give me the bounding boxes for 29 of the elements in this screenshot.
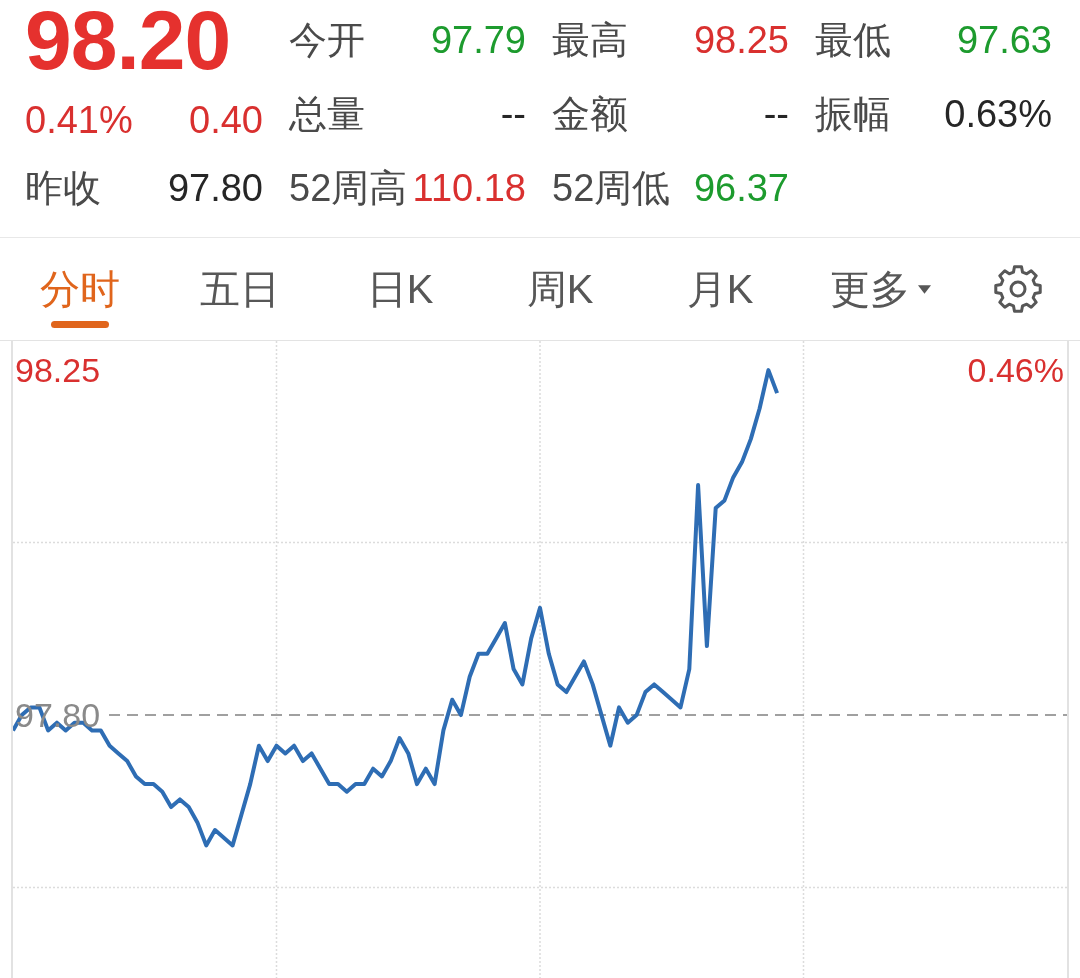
chart-tab[interactable]: 五日 — [160, 250, 320, 328]
stat-value: 97.79 — [430, 18, 526, 63]
stat-value: 110.18 — [412, 166, 526, 211]
chart-tab[interactable]: 日K — [320, 250, 480, 328]
stat-label: 最高 — [552, 18, 628, 63]
chart-tab[interactable]: 周K — [480, 250, 640, 328]
stat-label: 金额 — [552, 92, 628, 137]
stat-label: 今开 — [289, 18, 365, 63]
stat-value: 97.63 — [956, 18, 1052, 63]
stat-value: -- — [500, 92, 526, 137]
stat-label: 最低 — [815, 18, 891, 63]
stat-value: 96.37 — [693, 166, 789, 211]
stat-value: 97.80 — [167, 166, 263, 211]
stat-label: 昨收 — [25, 166, 101, 211]
stat-value: 0.63% — [944, 92, 1052, 137]
settings-icon[interactable] — [993, 264, 1043, 314]
stat-value: 98.25 — [693, 18, 789, 63]
stat-value: -- — [763, 92, 789, 137]
chart-tab[interactable]: 月K — [640, 250, 800, 328]
axis-label: 0.46% — [967, 351, 1064, 390]
change-percent: 0.41% — [25, 98, 133, 143]
stat-label: 52周高 — [289, 166, 408, 211]
axis-label: 98.25 — [15, 351, 101, 390]
change-amount: 0.40 — [189, 98, 263, 143]
stat-label: 总量 — [289, 92, 365, 137]
last-price: 98.20 — [25, 0, 231, 80]
stat-label: 振幅 — [815, 92, 891, 137]
chart-tab[interactable]: 更多 — [800, 250, 960, 328]
stat-label: 52周低 — [552, 166, 671, 211]
